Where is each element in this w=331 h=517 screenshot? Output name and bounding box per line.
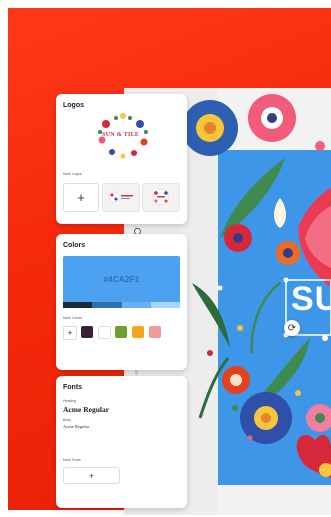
add-logo-button[interactable]: + (63, 183, 99, 212)
add-color-button[interactable]: + (63, 326, 77, 340)
color-swatch-amber[interactable] (132, 326, 144, 338)
color-swatch-white[interactable] (98, 326, 111, 339)
fonts-title: Fonts (63, 384, 83, 391)
palette-shade-1[interactable] (63, 302, 93, 308)
palette-shade-3[interactable] (121, 302, 151, 308)
add-font-button[interactable]: + (63, 467, 120, 484)
more-colors-label: More Colors (63, 316, 83, 320)
body-font-label: Body (63, 418, 71, 422)
frame-left (0, 0, 8, 517)
plus-icon: + (67, 328, 73, 338)
primary-color-swatch[interactable]: #4CA2F1 (63, 256, 180, 302)
heading-font-label: Heading (63, 399, 77, 403)
color-swatch-green[interactable] (115, 326, 127, 338)
logo-variant-badge[interactable] (142, 183, 180, 212)
palette-shade-4[interactable] (150, 302, 180, 308)
panel-connector (135, 370, 138, 375)
palette-strip (63, 302, 180, 308)
palette-shade-2[interactable] (92, 302, 122, 308)
plus-icon: + (77, 190, 85, 205)
colors-panel: Colors #4CA2F1 More Colors + (56, 234, 187, 370)
logo-variant-badge-image (152, 188, 170, 206)
logos-panel: Logos SUN & TILE More Logos + (56, 94, 187, 224)
rotate-icon[interactable]: ⟳ (284, 320, 300, 336)
color-swatch-pink[interactable] (149, 326, 161, 338)
logos-title: Logos (63, 102, 84, 109)
logo-variant-horizontal-image (108, 191, 133, 203)
logo-variant-horizontal[interactable] (102, 183, 140, 212)
more-logos-label: More Logos (63, 172, 82, 176)
frame-top (0, 0, 331, 8)
body-font-name[interactable]: Acme Regular (63, 424, 89, 429)
more-fonts-label: More Fonts (63, 458, 81, 462)
color-swatch-plum[interactable] (81, 326, 93, 338)
artboard-text[interactable]: SU (291, 282, 331, 316)
primary-color-hex: #4CA2F1 (103, 274, 140, 284)
logo-wordmark: SUN & TILE (102, 132, 140, 138)
heading-font-name[interactable]: Acme Regular (63, 405, 109, 414)
fonts-panel: Fonts Heading Acme Regular Body Acme Reg… (56, 376, 187, 508)
plus-icon: + (88, 470, 95, 481)
colors-title: Colors (63, 242, 86, 249)
